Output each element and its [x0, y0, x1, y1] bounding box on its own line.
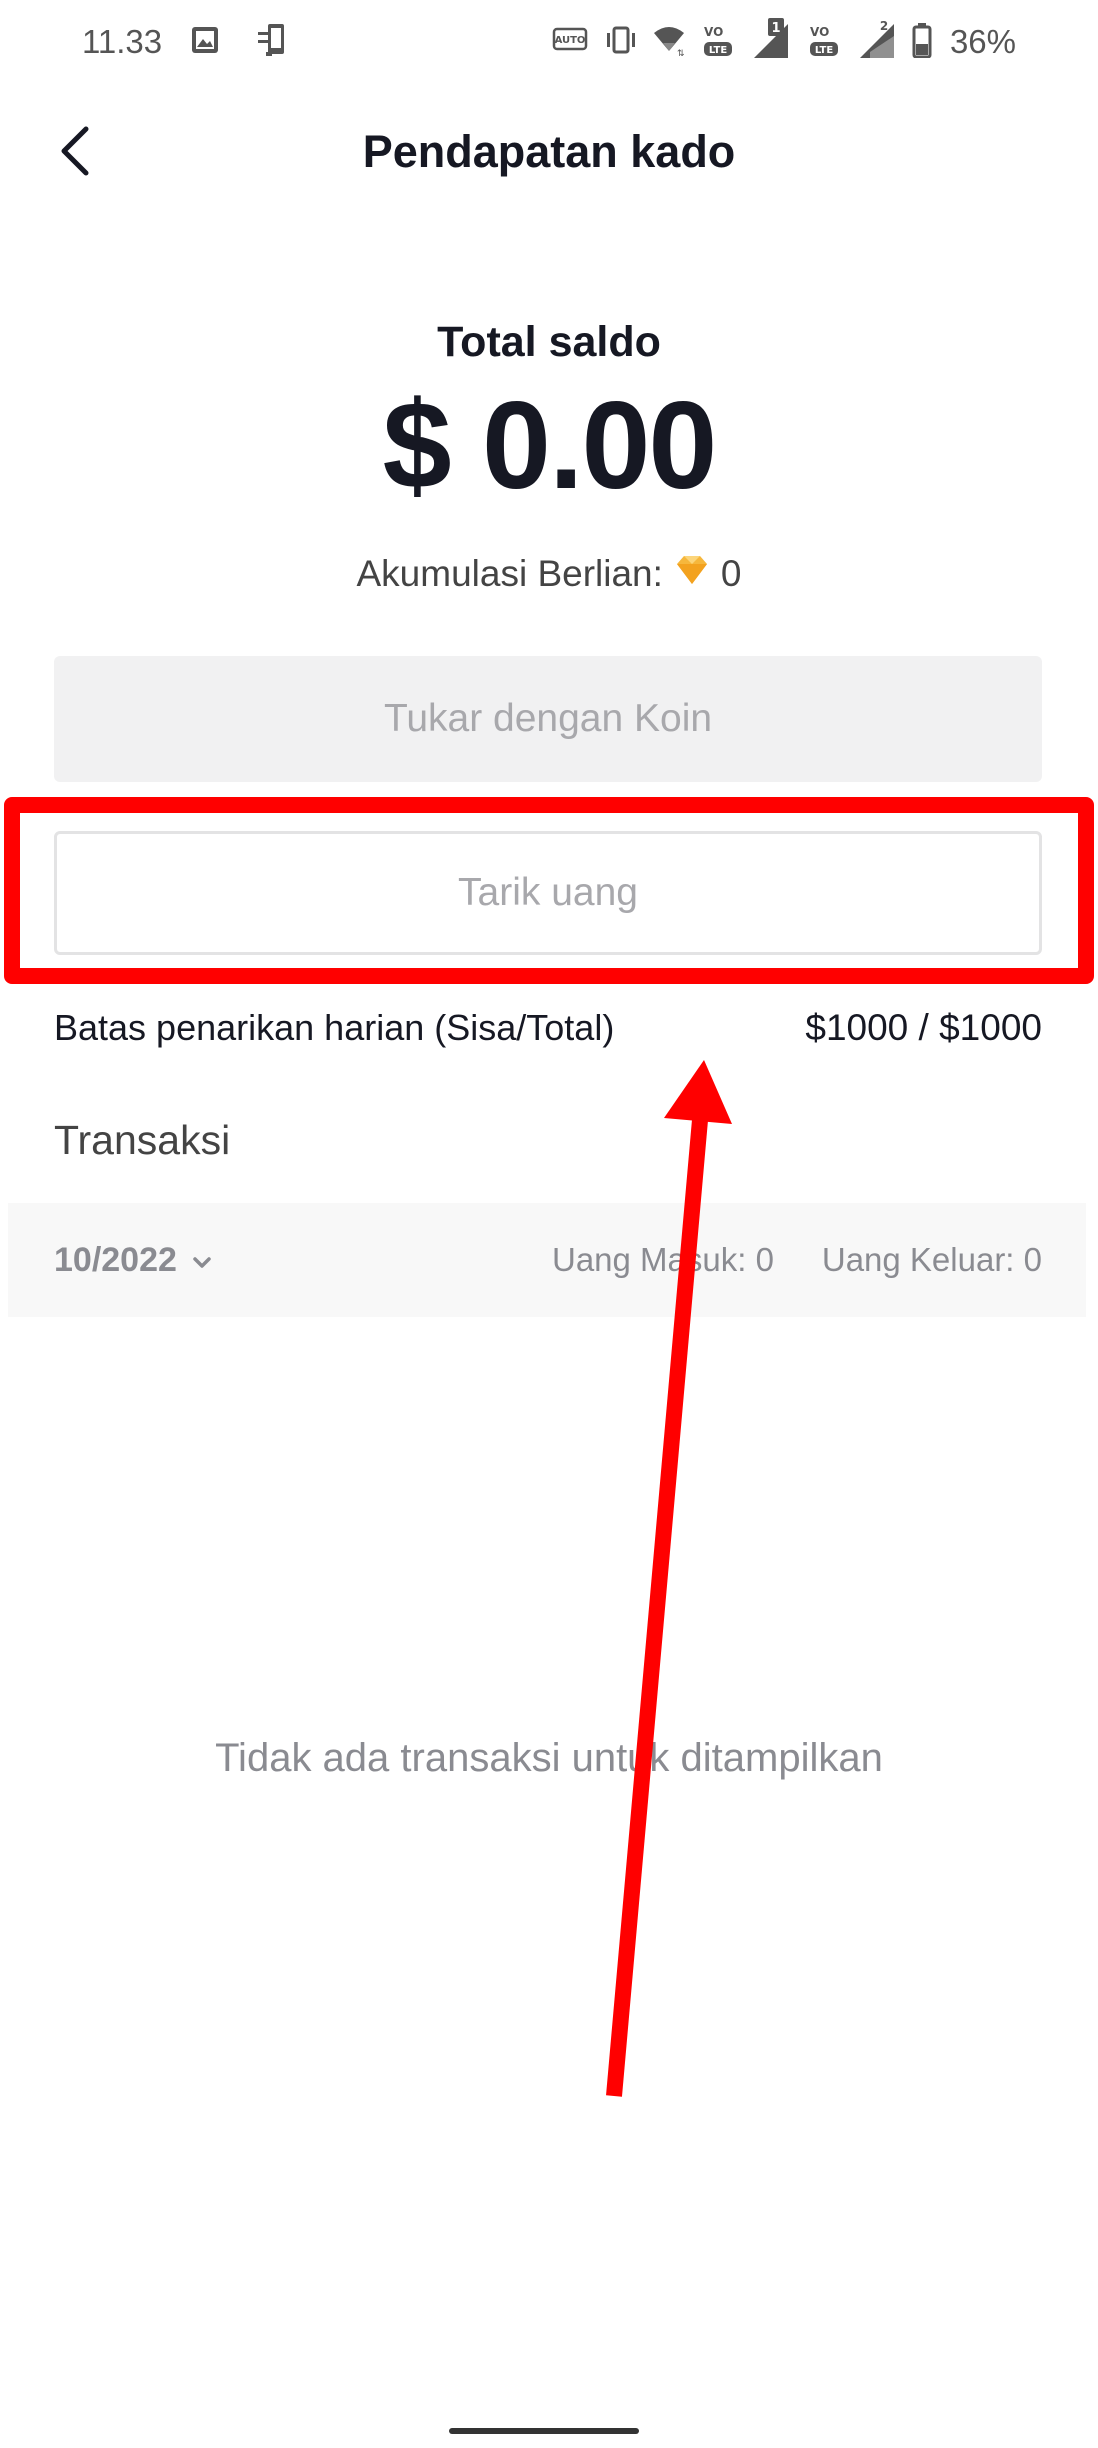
home-indicator[interactable]: [449, 2428, 639, 2434]
status-left-icons: [190, 22, 294, 62]
signal-sim2-icon: 2: [856, 18, 898, 67]
exchange-coins-button[interactable]: Tukar dengan Koin: [54, 656, 1042, 782]
page-title: Pendapatan kado: [362, 126, 736, 177]
withdraw-limit-value: $1000 / $1000: [805, 1007, 1042, 1048]
wifi-icon: ⇅: [652, 23, 686, 62]
svg-text:VO: VO: [704, 25, 723, 39]
svg-text:LTE: LTE: [709, 45, 728, 56]
money-out-summary: Uang Keluar: 0: [821, 1241, 1042, 1278]
screen-share-icon: [254, 22, 294, 63]
signal-sim1-icon: 1: [750, 17, 792, 67]
status-time: 11.33: [82, 23, 163, 60]
diamond-icon: [673, 548, 711, 600]
volte-lte-sim2-icon: VO LTE: [806, 20, 842, 65]
svg-text:VO: VO: [810, 25, 829, 39]
sim2-badge: 2: [880, 19, 888, 33]
transactions-title: Transaksi: [54, 1117, 231, 1163]
withdraw-limit-label: Batas penarikan harian (Sisa/Total): [54, 1007, 615, 1048]
battery-icon: [912, 22, 932, 63]
battery-percent: 36%: [949, 23, 1016, 60]
empty-transactions-message: Tidak ada transaksi untuk ditampilkan: [215, 1736, 883, 1780]
vibrate-icon: [604, 24, 638, 61]
chevron-down-icon: [191, 1241, 213, 1280]
auto-hz-icon: AUTO: [552, 25, 590, 60]
svg-text:AUTO: AUTO: [555, 35, 586, 46]
money-in-summary: Uang Masuk: 0: [552, 1241, 774, 1278]
svg-text:⇅: ⇅: [677, 49, 685, 57]
month-selector[interactable]: 10/2022: [54, 1232, 213, 1288]
diamonds-label: Akumulasi Berlian:: [356, 553, 663, 594]
volte-lte-sim1-icon: VO LTE: [700, 20, 736, 65]
diamond-accumulation: Akumulasi Berlian: 0: [0, 548, 1098, 600]
balance-label: Total saldo: [437, 318, 661, 366]
month-value: 10/2022: [54, 1240, 177, 1279]
status-right-icons: AUTO ⇅ VO LTE 1 VO LTE 2 36%: [552, 17, 1016, 67]
diamonds-count: 0: [720, 553, 742, 594]
annotation-highlight-box: [4, 797, 1094, 984]
balance-amount: $ 0.00: [382, 377, 718, 515]
svg-text:LTE: LTE: [815, 45, 834, 56]
sim1-badge: 1: [771, 21, 780, 36]
gallery-icon: [190, 25, 220, 60]
